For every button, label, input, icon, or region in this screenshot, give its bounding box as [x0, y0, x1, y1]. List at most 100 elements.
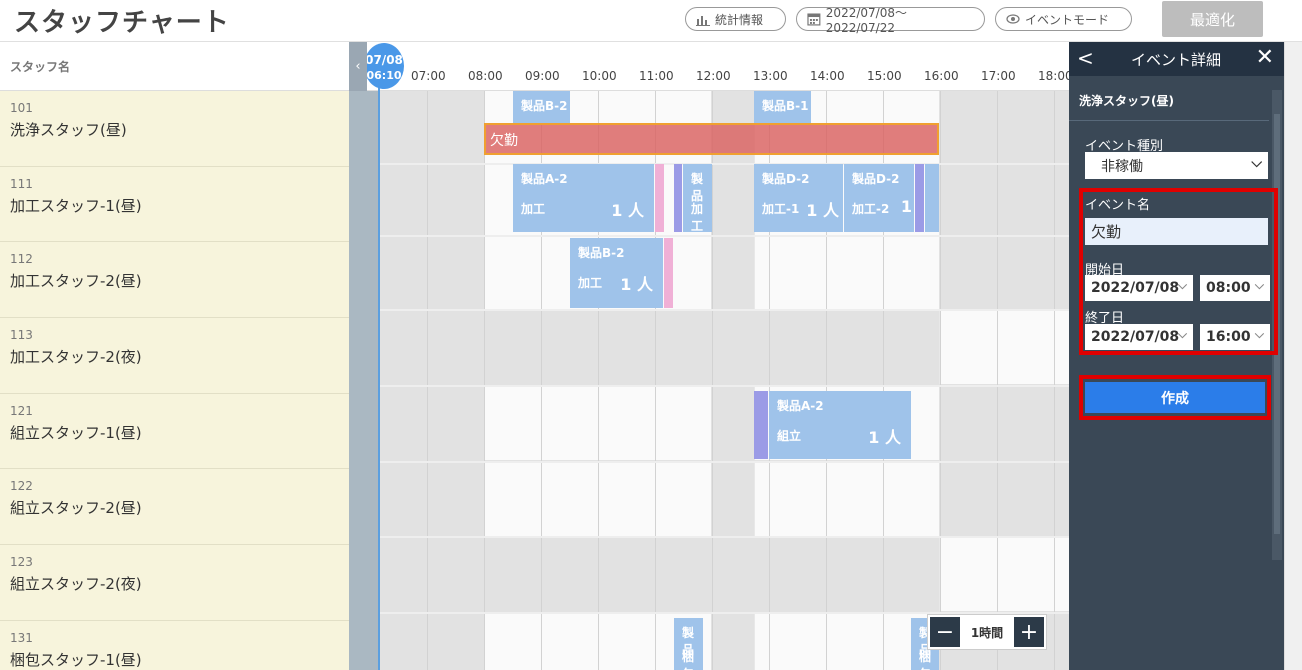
task-block-narrow[interactable] [674, 164, 682, 232]
task-step: 加工 [521, 202, 546, 216]
start-time-value: 08:00 [1206, 280, 1251, 296]
grid-line [712, 91, 713, 670]
task-block-narrow[interactable] [664, 238, 673, 308]
grid-line [484, 91, 485, 670]
task-count: 1 人 [806, 201, 839, 220]
stats-button[interactable]: 統計情報 [685, 7, 786, 31]
task-count: 1 人 [868, 428, 901, 447]
staff-row[interactable]: 101 洗浄スタッフ(昼) [0, 91, 349, 167]
hour-tick: 14:00 [810, 69, 845, 83]
start-date-value: 2022/07/08 [1091, 280, 1180, 296]
chevron-down-icon: ⌵ [1254, 327, 1264, 341]
start-date-select[interactable]: 2022/07/08 ⌵ [1085, 275, 1193, 301]
task-block[interactable]: 製品B-2 [513, 91, 570, 123]
staff-name: 梱包スタッフ-1(昼) [10, 650, 142, 669]
calendar-icon [807, 13, 821, 26]
date-range-button[interactable]: 2022/07/08〜2022/07/22 [796, 6, 985, 35]
staff-id: 112 [10, 252, 33, 267]
task-step: 組立 [777, 429, 802, 443]
chevron-down-icon: ⌵ [1254, 278, 1264, 292]
event-detail-panel: < イベント詳細 ✕ 洗浄スタッフ(昼) イベント種別 非稼働 ⌵ イベント名 … [1069, 42, 1284, 670]
event-type-select[interactable]: 非稼働 ⌵ [1085, 152, 1268, 179]
task-block[interactable]: 製品 梱包 [674, 618, 703, 670]
zoom-out-button[interactable]: − [930, 617, 960, 647]
hour-tick: 18:00 [1038, 69, 1073, 83]
optimize-button[interactable]: 最適化 [1162, 1, 1263, 37]
zoom-in-button[interactable]: + [1013, 617, 1044, 647]
staff-name: 組立スタッフ-2(夜) [10, 575, 142, 594]
hour-tick: 12:00 [696, 69, 731, 83]
absence-event[interactable]: 欠勤 [484, 123, 939, 155]
chevron-down-icon: ⌵ [1177, 327, 1187, 341]
staff-id: 131 [10, 630, 33, 645]
hour-tick: 15:00 [867, 69, 902, 83]
grid-line [997, 91, 998, 670]
header: スタッフチャート 統計情報 2022/07/08〜2022/07/22 イベント… [0, 0, 1302, 42]
panel-staff-name: 洗浄スタッフ(昼) [1079, 94, 1174, 108]
task-block-narrow[interactable] [655, 164, 664, 232]
task-block-narrow[interactable] [915, 164, 924, 232]
staff-id: 123 [10, 555, 33, 570]
staff-name: 加工スタッフ-1(昼) [10, 196, 142, 215]
staff-row[interactable]: 122 組立スタッフ-2(昼) [0, 469, 349, 546]
past-time-strip [349, 91, 379, 670]
create-button[interactable]: 作成 [1085, 382, 1265, 413]
chevron-down-icon: ⌵ [1251, 155, 1262, 171]
zoom-control: − 1時間 + [927, 614, 1047, 650]
grid-line [940, 91, 941, 670]
task-block[interactable]: 製品B-2 加工 1 人 [570, 238, 663, 308]
zoom-level: 1時間 [970, 625, 1004, 640]
staff-row[interactable]: 131 梱包スタッフ-1(昼) [0, 621, 349, 670]
task-block[interactable]: 製品D-2 加工-1 1 人 [754, 164, 843, 232]
task-block[interactable]: 製品 加工 [683, 164, 712, 232]
task-block[interactable]: 製品B-1 [754, 91, 811, 123]
end-date-select[interactable]: 2022/07/08 ⌵ [1085, 324, 1193, 350]
task-block[interactable]: 製品D-2 加工-2 1 [844, 164, 914, 232]
staff-row[interactable]: 112 加工スタッフ-2(昼) [0, 242, 349, 319]
staff-row[interactable]: 121 組立スタッフ-1(昼) [0, 394, 349, 470]
task-block-narrow[interactable] [754, 391, 768, 459]
grid-line [427, 91, 428, 670]
task-step: 梱包 [919, 650, 932, 670]
collapse-staff-button[interactable]: ‹ [349, 42, 367, 91]
event-mode-label: イベントモード [1025, 12, 1110, 27]
page-scrollbar[interactable] [1284, 42, 1302, 670]
task-block-narrow[interactable] [925, 164, 939, 232]
staff-row[interactable]: 113 加工スタッフ-2(夜) [0, 318, 349, 394]
hour-tick: 09:00 [525, 69, 560, 83]
staff-list: スタッフ名 101 洗浄スタッフ(昼) 111 加工スタッフ-1(昼) 112 加工ス… [0, 42, 349, 670]
app: スタッフチャート 統計情報 2022/07/08〜2022/07/22 イベント… [0, 0, 1302, 670]
close-icon[interactable]: ✕ [1256, 45, 1274, 70]
event-name-input[interactable]: 欠勤 [1085, 218, 1268, 245]
bar-chart-icon [696, 16, 710, 26]
hour-tick: 16:00 [924, 69, 959, 83]
task-step: 加工 [578, 276, 603, 290]
task-product: 製品B-1 [762, 99, 809, 113]
stats-label: 統計情報 [715, 12, 764, 27]
staff-name: 組立スタッフ-1(昼) [10, 423, 142, 442]
staff-row[interactable]: 111 加工スタッフ-1(昼) [0, 167, 349, 243]
eye-icon [1006, 14, 1020, 24]
start-time-select[interactable]: 08:00 ⌵ [1200, 275, 1270, 301]
hour-tick: 13:00 [753, 69, 788, 83]
staff-row[interactable]: 123 組立スタッフ-2(夜) [0, 545, 349, 621]
end-date-value: 2022/07/08 [1091, 329, 1180, 345]
task-count: 1 人 [620, 275, 653, 294]
staff-name: 洗浄スタッフ(昼) [10, 121, 127, 139]
task-block[interactable]: 製品A-2 加工 1 人 [513, 164, 654, 232]
task-product: 製品D-2 [762, 172, 810, 186]
staff-id: 101 [10, 101, 33, 115]
task-count: 1 人 [611, 201, 644, 220]
end-time-select[interactable]: 16:00 ⌵ [1200, 324, 1270, 350]
hour-tick: 07:00 [411, 69, 446, 83]
event-mode-button[interactable]: イベントモード [995, 7, 1132, 31]
current-time-badge: 07/08 06:10 [364, 43, 404, 89]
hour-tick: 10:00 [582, 69, 617, 83]
staff-name: 組立スタッフ-2(昼) [10, 499, 142, 518]
hour-tick: 17:00 [981, 69, 1016, 83]
task-step: 加工 [691, 202, 704, 232]
staff-id: 121 [10, 403, 33, 418]
divider [1069, 120, 1269, 121]
back-icon[interactable]: < [1077, 46, 1094, 70]
task-block[interactable]: 製品A-2 組立 1 人 [769, 391, 911, 459]
